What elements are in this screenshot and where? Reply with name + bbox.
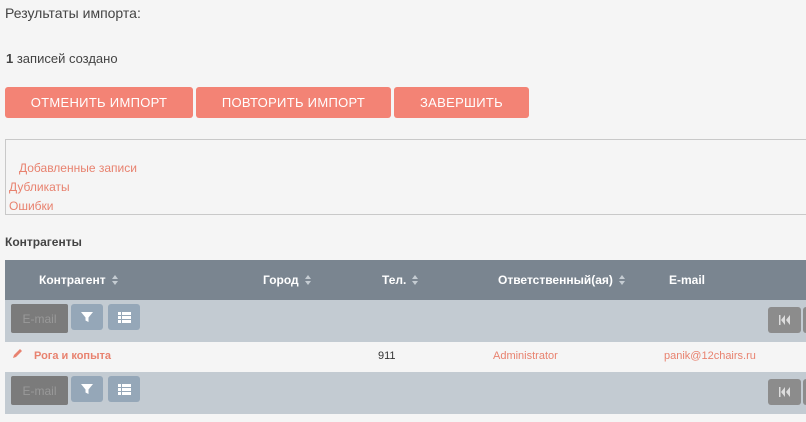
columns-button[interactable]	[108, 376, 140, 402]
email-link[interactable]: panik@12chairs.ru	[664, 350, 756, 362]
created-summary: 1 записей создано	[6, 51, 118, 66]
tab-duplicates[interactable]: Дубликаты	[9, 180, 70, 194]
cancel-import-button[interactable]: ОТМЕНИТЬ ИМПОРТ	[5, 87, 193, 118]
contractor-name-link[interactable]: Рога и копыта	[34, 350, 111, 362]
section-title: Контрагенты	[5, 235, 82, 249]
tab-added-records[interactable]: Добавленные записи	[19, 161, 137, 175]
phone-cell: 911	[378, 350, 396, 362]
filter-button[interactable]	[71, 376, 103, 402]
filter-icon	[81, 384, 93, 394]
page-title: Результаты импорта:	[5, 5, 141, 21]
result-tabs: Добавленные записи Дубликаты Ошибки	[5, 139, 806, 215]
column-header-label: E-mail	[669, 273, 706, 287]
email-filter-field[interactable]: E-mail	[11, 376, 68, 405]
action-buttons: ОТМЕНИТЬ ИМПОРТ ПОВТОРИТЬ ИМПОРТ ЗАВЕРШИ…	[5, 87, 529, 118]
pencil-icon[interactable]	[12, 348, 23, 359]
column-header-label: Город	[263, 273, 299, 287]
tab-errors[interactable]: Ошибки	[9, 199, 54, 213]
created-text: записей создано	[13, 51, 118, 66]
sort-icon	[618, 275, 626, 285]
list-icon	[117, 383, 131, 395]
columns-button[interactable]	[108, 304, 140, 330]
column-header-contractor[interactable]: Контрагент	[39, 273, 119, 287]
filter-button[interactable]	[71, 304, 103, 330]
finish-button[interactable]: ЗАВЕРШИТЬ	[394, 87, 529, 118]
column-header-responsible[interactable]: Ответственный(ая)	[498, 273, 626, 287]
table-row[interactable]: Рога и копыта 911 Administrator panik@12…	[5, 342, 806, 372]
column-header-email[interactable]: E-mail	[669, 273, 705, 287]
column-header-city[interactable]: Город	[263, 273, 312, 287]
first-page-button[interactable]	[768, 307, 801, 333]
sort-icon	[304, 275, 312, 285]
first-page-icon	[778, 387, 790, 397]
table-toolbar-bottom: E-mail	[5, 372, 806, 414]
repeat-import-button[interactable]: ПОВТОРИТЬ ИМПОРТ	[196, 87, 391, 118]
column-header-phone[interactable]: Тел.	[382, 273, 419, 287]
first-page-button[interactable]	[768, 379, 801, 405]
filter-icon	[81, 312, 93, 322]
first-page-icon	[778, 315, 790, 325]
sort-icon	[111, 275, 119, 285]
column-header-label: Ответственный(ая)	[498, 273, 613, 287]
sort-icon	[412, 275, 419, 285]
column-header-label: Тел.	[382, 273, 407, 287]
list-icon	[117, 311, 131, 323]
email-filter-field[interactable]: E-mail	[11, 304, 68, 333]
table-header: Контрагент Город Тел. Ответственный(ая) …	[5, 260, 806, 300]
column-header-label: Контрагент	[39, 273, 106, 287]
table-toolbar-top: E-mail	[5, 300, 806, 342]
responsible-link[interactable]: Administrator	[493, 350, 558, 362]
